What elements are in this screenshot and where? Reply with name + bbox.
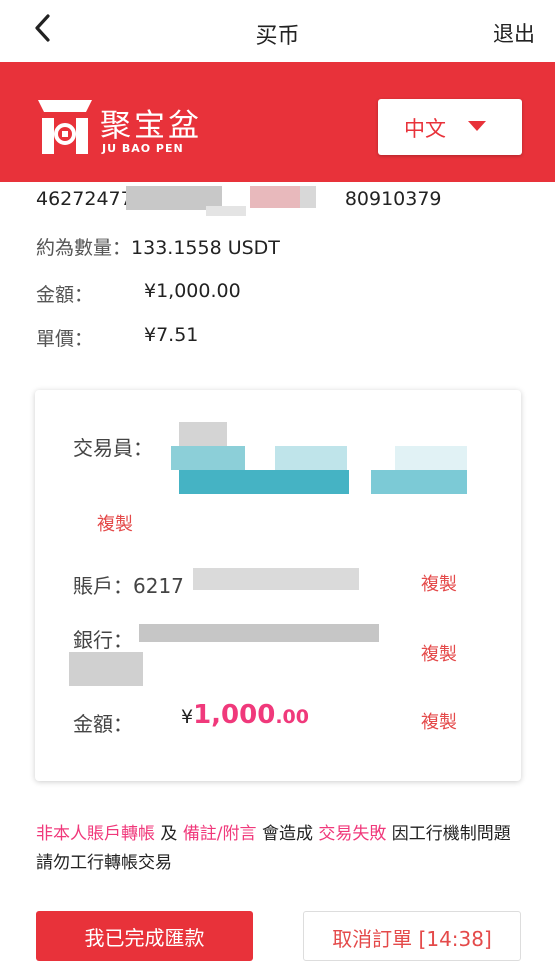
payee-card: 交易員： 複製 賬戶：6217 複製 銀行： 複製 金額： ¥1,000.00 … xyxy=(35,390,521,781)
quantity-value: 133.1558 USDT xyxy=(131,237,280,259)
language-dropdown[interactable]: 中文 xyxy=(378,99,522,155)
price-value: ¥7.51 xyxy=(144,324,199,346)
redaction-block xyxy=(395,446,467,470)
copy-amount-button[interactable]: 複製 xyxy=(421,708,457,734)
redaction-block xyxy=(206,206,246,216)
payment-done-button[interactable]: 我已完成匯款 xyxy=(36,911,253,961)
redaction-block xyxy=(139,624,379,642)
order-id-suffix: 80910379 xyxy=(344,188,442,210)
redaction-block xyxy=(300,186,316,208)
quantity-label: 約為數量： xyxy=(36,237,132,259)
amount-value: ¥1,000.00 xyxy=(144,280,241,302)
brand-name-en: JU BAO PEN xyxy=(102,142,184,155)
account-prefix: 6217 xyxy=(133,574,184,598)
language-selected: 中文 xyxy=(404,117,446,141)
caret-down-icon xyxy=(468,121,486,131)
price-row: 單價： ¥7.51 xyxy=(36,324,198,351)
amount-row: 金額： ¥1,000.00 xyxy=(36,280,241,307)
copy-trader-button[interactable]: 複製 xyxy=(97,510,133,536)
copy-account-button[interactable]: 複製 xyxy=(421,570,457,596)
cancel-order-button[interactable]: 取消訂單 [14:38] xyxy=(303,911,521,961)
redaction-block xyxy=(250,186,300,208)
card-amount-label: 金額： xyxy=(73,712,133,736)
redaction-block xyxy=(193,568,359,590)
redaction-block xyxy=(275,446,347,470)
brand-logo-icon xyxy=(38,100,92,154)
account-label: 賬戶：6217 xyxy=(73,574,184,598)
brand-name: 聚宝盆 xyxy=(100,108,202,144)
redaction-block xyxy=(179,470,349,494)
order-id-prefix: 46272477 xyxy=(36,188,133,210)
price-label: 單價： xyxy=(36,328,94,350)
trader-label: 交易員： xyxy=(73,436,153,460)
redaction-block xyxy=(179,422,227,448)
amount-label: 金額： xyxy=(36,284,94,306)
copy-bank-button[interactable]: 複製 xyxy=(421,640,457,666)
page-title: 买币 xyxy=(255,24,300,49)
top-nav-bar: 买币 退出 xyxy=(0,0,555,62)
redaction-block xyxy=(371,470,467,494)
warning-notice: 非本人賬戶轉帳 及 備註/附言 會造成 交易失敗 因工行機制問題請勿工行轉帳交易 xyxy=(36,824,511,873)
card-amount-value: ¥1,000.00 xyxy=(181,700,310,730)
logout-button[interactable]: 退出 xyxy=(493,18,535,48)
bank-label: 銀行： xyxy=(73,628,133,652)
redaction-block xyxy=(69,652,143,686)
redaction-block xyxy=(171,446,245,470)
quantity-row: 約為數量：133.1558 USDT xyxy=(36,233,280,260)
